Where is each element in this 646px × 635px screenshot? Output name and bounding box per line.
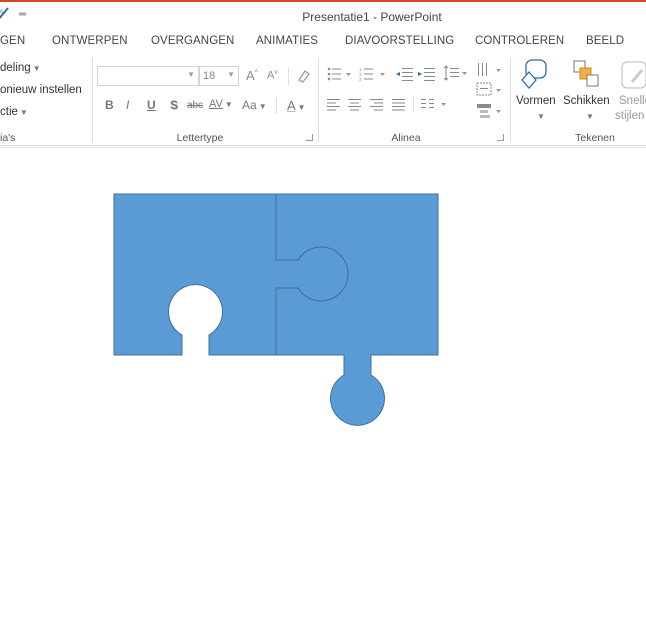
button-divider: [413, 96, 414, 112]
increase-indent-icon[interactable]: [418, 67, 436, 81]
font-group-label: Lettertype: [176, 132, 224, 144]
change-case-label: Aa: [242, 98, 257, 112]
strikethrough-button[interactable]: abc: [187, 100, 203, 111]
caret-up-icon: ^: [254, 69, 258, 77]
caret-down-icon: v: [274, 69, 278, 76]
tab-diavoorstelling[interactable]: DIAVOORSTELLING: [345, 35, 454, 47]
section-label: ctie: [0, 106, 18, 118]
quick-styles-icon: [621, 61, 646, 89]
italic-button[interactable]: I: [126, 98, 129, 112]
shapes-icon: [521, 59, 547, 89]
line-spacing-icon[interactable]: [443, 65, 469, 81]
group-divider: [92, 58, 93, 142]
arrange-icon: [573, 60, 599, 87]
font-color-button[interactable]: A ▼: [287, 98, 306, 113]
chevron-down-icon: ▼: [258, 102, 267, 111]
tab-ontwerpen[interactable]: ONTWERPEN: [52, 35, 128, 47]
align-text-icon[interactable]: [476, 82, 504, 98]
ribbon: deling ▼ onieuw instellen ctie ▼ ia's ▼ 18…: [0, 54, 646, 146]
chevron-down-icon: ▼: [297, 103, 306, 112]
grow-font-button[interactable]: A^: [246, 68, 258, 83]
font-name-input[interactable]: ▼: [97, 66, 199, 86]
shapes-button[interactable]: Vormen: [516, 95, 556, 107]
chevron-down-icon: ▼: [227, 70, 235, 79]
section-button[interactable]: ctie ▼: [0, 106, 28, 118]
shadow-button[interactable]: S: [170, 98, 178, 112]
drawing-group-label: Tekenen: [575, 132, 615, 144]
title-bar: c ═ Presentatie1 - PowerPoint: [0, 2, 646, 30]
character-spacing-button[interactable]: AV ▼: [209, 98, 233, 110]
numbering-icon[interactable]: 1 2 3: [359, 67, 389, 81]
tab-controleren[interactable]: CONTROLEREN: [475, 35, 564, 47]
decrease-indent-icon[interactable]: [396, 67, 414, 81]
tab-beeld[interactable]: BEELD: [586, 35, 624, 47]
chevron-down-icon: ▼: [586, 112, 594, 121]
quick-styles-button[interactable]: Snelle: [619, 95, 646, 107]
align-left-icon[interactable]: [327, 99, 341, 111]
quick-styles-label-2: stijlen: [615, 110, 645, 122]
chevron-down-icon: ▼: [537, 112, 545, 121]
button-divider: [288, 68, 289, 86]
shrink-font-button[interactable]: Av: [267, 69, 278, 82]
puzzle-piece-right[interactable]: [275, 193, 439, 426]
chevron-down-icon: ▼: [187, 70, 195, 79]
smartart-icon[interactable]: [476, 102, 504, 120]
group-divider: [510, 58, 511, 142]
paragraph-dialog-launcher-icon[interactable]: [497, 134, 504, 141]
reset-button[interactable]: onieuw instellen: [0, 84, 82, 96]
slide-canvas[interactable]: [0, 147, 646, 635]
chevron-down-icon: ▼: [224, 100, 233, 109]
font-size-input[interactable]: 18 ▼: [199, 66, 239, 86]
chevron-down-icon: ▼: [19, 108, 28, 117]
paragraph-group-label: Alinea: [391, 132, 421, 144]
chevron-down-icon: ▼: [32, 64, 41, 73]
arrange-button[interactable]: Schikken: [563, 95, 610, 107]
svg-text:3: 3: [359, 77, 362, 81]
underline-button[interactable]: U: [147, 98, 156, 112]
align-right-icon[interactable]: [370, 99, 384, 111]
button-divider: [276, 98, 277, 114]
tab-overgangen[interactable]: OVERGANGEN: [151, 35, 234, 47]
slides-group-label: ia's: [0, 132, 16, 144]
layout-button[interactable]: deling ▼: [0, 62, 41, 74]
window-title: Presentatie1 - PowerPoint: [302, 10, 442, 24]
tab-start[interactable]: GEN: [0, 35, 25, 47]
bold-button[interactable]: B: [105, 98, 114, 112]
font-color-label: A: [287, 98, 296, 113]
justify-icon[interactable]: [392, 99, 406, 111]
clear-formatting-icon[interactable]: [296, 68, 312, 84]
change-case-button[interactable]: Aa ▼: [242, 98, 267, 112]
font-size-value: 18: [203, 70, 216, 82]
tab-animaties[interactable]: ANIMATIES: [256, 35, 318, 47]
columns-icon[interactable]: [421, 99, 451, 111]
text-direction-icon[interactable]: [476, 62, 504, 78]
ribbon-tabs: GEN ONTWERPEN OVERGANGEN ANIMATIES DIAVO…: [0, 30, 646, 54]
align-center-icon[interactable]: [348, 99, 362, 111]
layout-label: deling: [0, 62, 31, 74]
puzzle-shapes: [113, 193, 439, 426]
character-spacing-label: AV: [209, 98, 223, 110]
grow-font-label: A: [246, 68, 255, 83]
group-divider: [318, 58, 319, 142]
bullets-icon[interactable]: [327, 67, 353, 81]
font-dialog-launcher-icon[interactable]: [306, 134, 313, 141]
